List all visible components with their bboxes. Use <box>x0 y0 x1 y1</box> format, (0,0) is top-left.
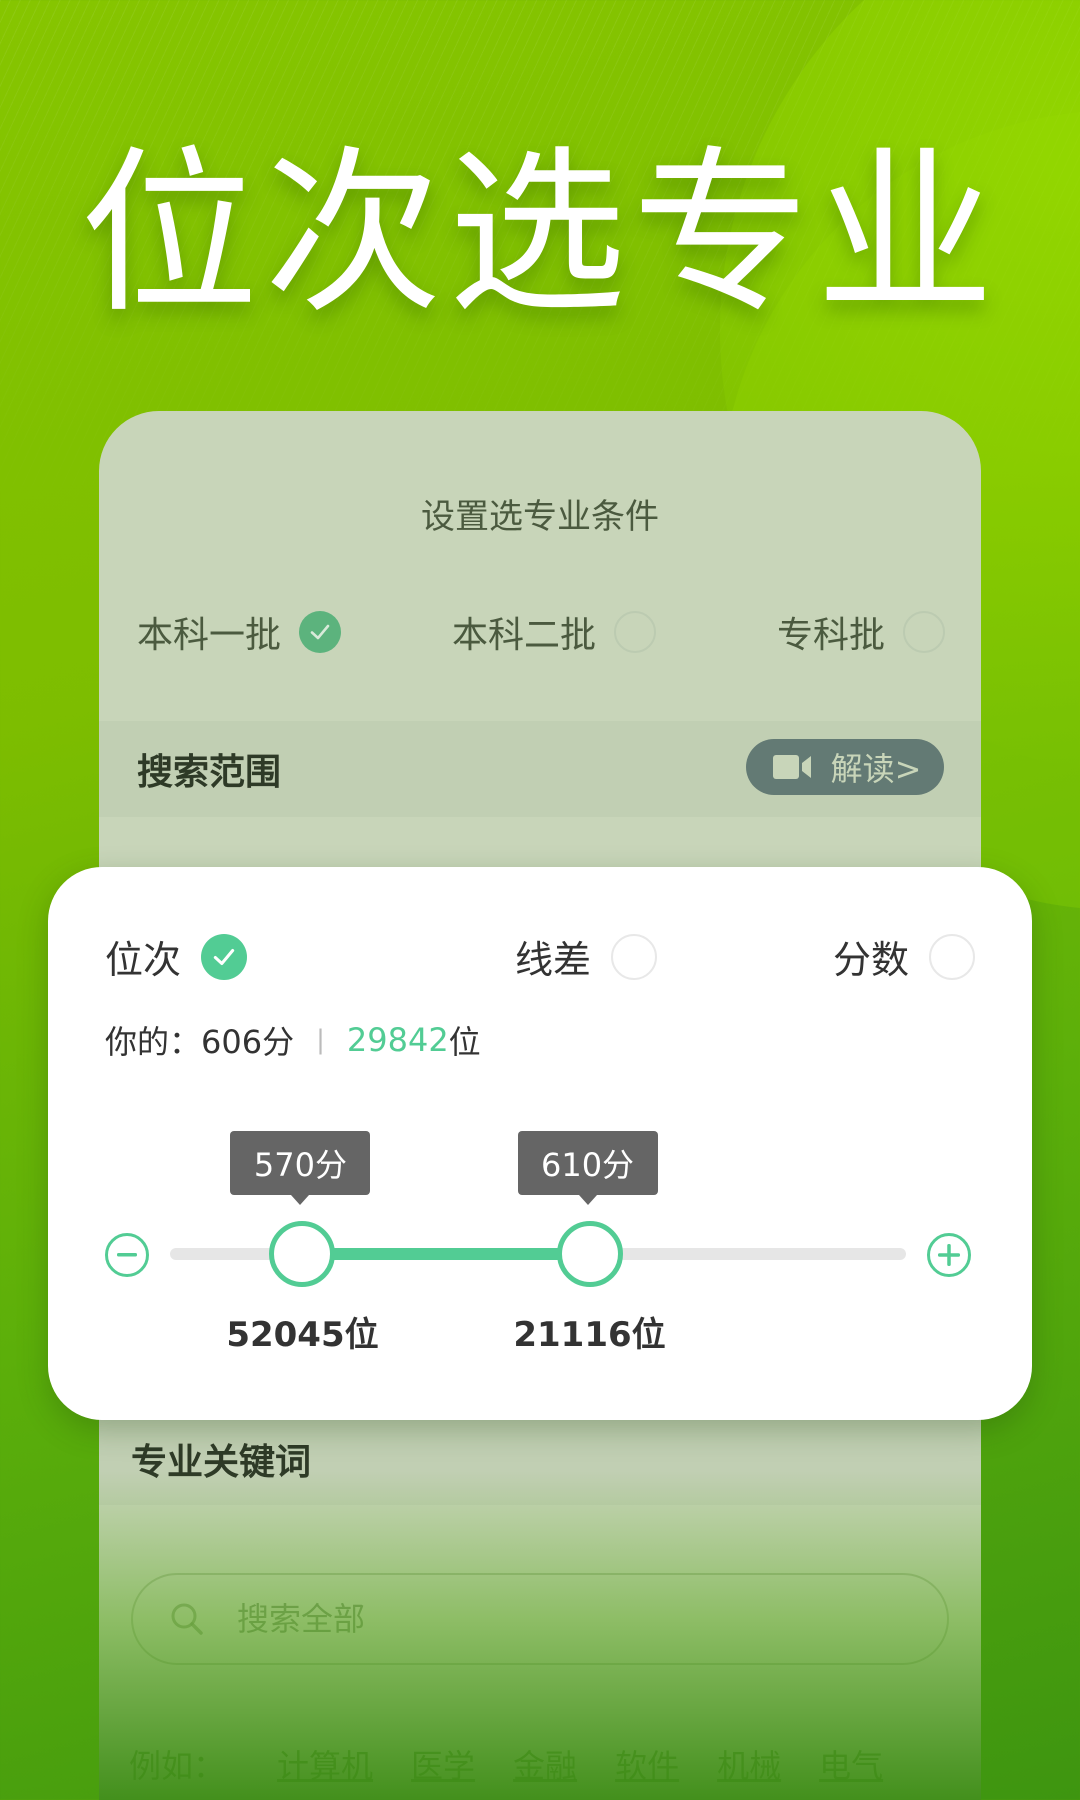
mode-label: 位次 <box>105 938 182 982</box>
upper-score-tooltip: 610分 <box>517 1131 658 1205</box>
minus-circle-icon[interactable] <box>105 1233 149 1277</box>
batch-options: 本科一批 本科二批 专科批 <box>137 606 945 656</box>
slider-selected-range <box>302 1248 590 1260</box>
batch-option-2[interactable]: 本科二批 <box>452 606 657 658</box>
your-rank-value: 29842 <box>346 1021 449 1059</box>
mode-label: 分数 <box>832 938 909 982</box>
lower-slider-handle[interactable] <box>269 1221 336 1287</box>
lower-rank-label: 52045位 <box>226 1315 379 1355</box>
interpret-label: 解读> <box>830 750 922 788</box>
plus-circle-icon[interactable] <box>927 1233 971 1277</box>
radio-unchecked-icon[interactable] <box>929 933 975 980</box>
check-icon[interactable] <box>201 933 248 980</box>
interpret-button[interactable]: 解读> <box>746 739 944 795</box>
yours-prefix: 你的： <box>105 1023 202 1061</box>
search-scope-label: 搜索范围 <box>137 752 282 793</box>
upper-slider-handle[interactable] <box>556 1221 623 1287</box>
rank-range-card: 位次 线差 分数 你的： 606分 | 29842 位 570分 52045位 … <box>48 867 1032 1420</box>
batch-label: 本科二批 <box>452 615 597 656</box>
search-scope-bar: 搜索范围 解读> <box>99 721 981 817</box>
batch-label: 专科批 <box>776 615 885 656</box>
radio-unchecked-icon[interactable] <box>614 611 657 653</box>
mode-option-rank[interactable]: 位次 <box>105 929 248 984</box>
bottom-fade <box>99 1471 981 1800</box>
mode-options: 位次 线差 分数 <box>105 929 975 982</box>
video-camera-icon <box>772 754 813 780</box>
batch-label: 本科一批 <box>137 615 282 656</box>
your-score-line: 你的： 606分 | 29842 位 <box>105 1017 481 1063</box>
lower-score-tooltip: 570分 <box>230 1131 371 1205</box>
divider: | <box>316 1025 325 1055</box>
mode-option-line-diff[interactable]: 线差 <box>515 929 658 984</box>
your-score: 606分 <box>201 1023 295 1061</box>
radio-unchecked-icon[interactable] <box>903 611 945 653</box>
radio-unchecked-icon[interactable] <box>611 933 658 980</box>
mode-option-score[interactable]: 分数 <box>833 929 975 984</box>
your-rank-unit: 位 <box>448 1023 481 1061</box>
check-icon[interactable] <box>299 611 342 653</box>
range-slider: 570分 52045位 610分 21116位 <box>48 1131 1032 1355</box>
batch-option-3[interactable]: 专科批 <box>777 606 945 658</box>
upper-rank-label: 21116位 <box>513 1315 666 1355</box>
batch-option-1[interactable]: 本科一批 <box>137 606 342 658</box>
hero-title: 位次选专业 <box>80 130 1000 337</box>
mode-label: 线差 <box>515 938 592 982</box>
setup-title: 设置选专业条件 <box>421 497 659 537</box>
